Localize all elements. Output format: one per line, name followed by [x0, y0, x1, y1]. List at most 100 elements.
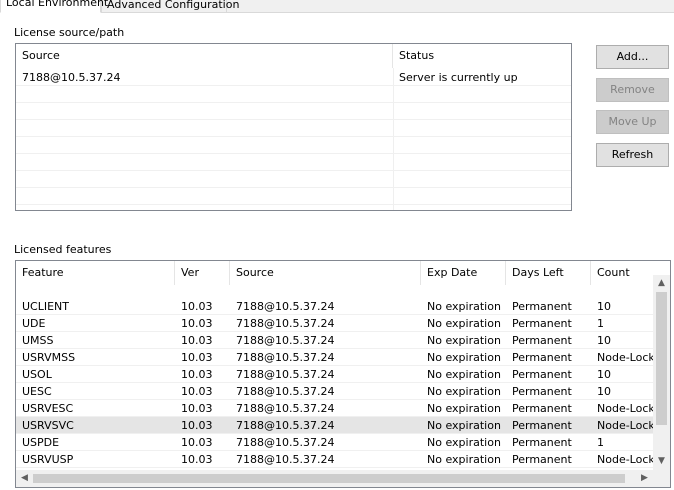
empty-row — [16, 120, 571, 137]
exp-date-cell: No expiration — [427, 368, 501, 381]
days-left-cell: Permanent — [512, 436, 572, 449]
exp-date-cell: No expiration — [427, 385, 501, 398]
tab-panel-local-environment: License source/path Source Status 7188@1… — [0, 12, 674, 490]
license-source-list[interactable]: Source Status 7188@10.5.37.24 Server is … — [15, 43, 572, 211]
vertical-scroll-thumb[interactable] — [656, 292, 667, 425]
feature-cell: UDE — [22, 317, 46, 330]
count-cell: 1 — [597, 317, 604, 330]
licensed-features-label: Licensed features — [14, 243, 112, 256]
license-row-source: 7188@10.5.37.24 — [22, 71, 121, 84]
feature-cell: USRVESC — [22, 402, 74, 415]
column-header-ver[interactable]: Ver — [175, 261, 230, 285]
feature-cell: USRVSVC — [22, 419, 74, 432]
empty-row — [16, 86, 571, 103]
count-cell: 10 — [597, 385, 611, 398]
source-cell: 7188@10.5.37.24 — [236, 385, 335, 398]
feature-cell: UCLIENT — [22, 300, 70, 313]
column-header-status[interactable]: Status — [393, 44, 571, 68]
scroll-left-arrow-icon[interactable]: ◀ — [16, 470, 33, 487]
ver-cell: 10.03 — [181, 436, 213, 449]
ver-cell: 10.03 — [181, 300, 213, 313]
ver-cell: 10.03 — [181, 453, 213, 466]
exp-date-cell: No expiration — [427, 351, 501, 364]
empty-row — [16, 171, 571, 188]
count-cell: Node-Locke — [597, 351, 655, 364]
source-cell: 7188@10.5.37.24 — [236, 419, 335, 432]
days-left-cell: Permanent — [512, 334, 572, 347]
days-left-cell: Permanent — [512, 385, 572, 398]
ver-cell: 10.03 — [181, 385, 213, 398]
source-cell: 7188@10.5.37.24 — [236, 317, 335, 330]
exp-date-cell: No expiration — [427, 300, 501, 313]
feature-row[interactable]: USRVUSP 10.03 7188@10.5.37.24 No expiration… — [16, 451, 655, 468]
feature-row[interactable]: UMSS 10.03 7188@10.5.37.24 No expiration Per… — [16, 332, 653, 349]
count-cell: 10 — [597, 334, 611, 347]
exp-date-cell: No expiration — [427, 419, 501, 432]
feature-row[interactable]: USRVESC 10.03 7188@10.5.37.24 No expiration… — [16, 400, 655, 417]
feature-row[interactable]: UESC 10.03 7188@10.5.37.24 No expiration Per… — [16, 383, 653, 400]
feature-row[interactable]: UCLIENT 10.03 7188@10.5.37.24 No expiration… — [16, 298, 653, 315]
exp-date-cell: No expiration — [427, 436, 501, 449]
ver-cell: 10.03 — [181, 368, 213, 381]
column-header-count[interactable]: Count — [591, 261, 655, 285]
empty-row — [16, 137, 571, 154]
empty-row — [16, 188, 571, 205]
exp-date-cell: No expiration — [427, 317, 501, 330]
add-button[interactable]: Add... — [596, 45, 669, 69]
vertical-scrollbar[interactable]: ▲ ▼ — [653, 275, 670, 470]
ver-cell: 10.03 — [181, 317, 213, 330]
column-header-days-left[interactable]: Days Left — [506, 261, 591, 285]
scroll-up-arrow-icon[interactable]: ▲ — [653, 275, 670, 292]
ver-cell: 10.03 — [181, 351, 213, 364]
source-cell: 7188@10.5.37.24 — [236, 402, 335, 415]
feature-row[interactable]: USRVSVC 10.03 7188@10.5.37.24 No expiration… — [16, 417, 655, 434]
feature-cell: UMSS — [22, 334, 54, 347]
exp-date-cell: No expiration — [427, 453, 501, 466]
exp-date-cell: No expiration — [427, 402, 501, 415]
license-source-label: License source/path — [14, 26, 125, 39]
count-cell: 10 — [597, 368, 611, 381]
source-cell: 7188@10.5.37.24 — [236, 436, 335, 449]
days-left-cell: Permanent — [512, 453, 572, 466]
days-left-cell: Permanent — [512, 402, 572, 415]
license-list-header: Source Status — [16, 44, 571, 68]
empty-row — [16, 103, 571, 120]
license-row[interactable]: 7188@10.5.37.24 Server is currently up — [16, 69, 571, 86]
ver-cell: 10.03 — [181, 402, 213, 415]
column-header-source[interactable]: Source — [16, 44, 393, 68]
tab-local-environment[interactable]: Local Environment — [0, 0, 108, 13]
count-cell: 1 — [597, 436, 604, 449]
move-up-button[interactable]: Move Up — [596, 110, 669, 134]
column-header-source[interactable]: Source — [230, 261, 421, 285]
feature-row[interactable]: USPDE 10.03 7188@10.5.37.24 No expiration Pe… — [16, 434, 653, 451]
refresh-button[interactable]: Refresh — [596, 143, 669, 167]
feature-row[interactable]: UDE 10.03 7188@10.5.37.24 No expiration Perm… — [16, 315, 653, 332]
days-left-cell: Permanent — [512, 317, 572, 330]
column-header-feature[interactable]: Feature — [16, 261, 175, 285]
feature-row[interactable]: USOL 10.03 7188@10.5.37.24 No expiration Per… — [16, 366, 653, 383]
horizontal-scrollbar[interactable]: ◀ ▶ — [16, 470, 653, 487]
count-cell: 10 — [597, 300, 611, 313]
days-left-cell: Permanent — [512, 351, 572, 364]
days-left-cell: Permanent — [512, 368, 572, 381]
horizontal-scroll-thumb[interactable] — [33, 474, 625, 483]
ver-cell: 10.03 — [181, 419, 213, 432]
feature-cell: USRVUSP — [22, 453, 74, 466]
empty-row — [16, 154, 571, 171]
scroll-right-arrow-icon[interactable]: ▶ — [636, 470, 653, 487]
features-list-header: Feature Ver Source Exp Date Days Left Co… — [16, 261, 653, 285]
license-row-status: Server is currently up — [399, 71, 518, 84]
source-cell: 7188@10.5.37.24 — [236, 453, 335, 466]
feature-cell: USRVMSS — [22, 351, 76, 364]
licensed-features-list[interactable]: Feature Ver Source Exp Date Days Left Co… — [15, 260, 671, 488]
feature-cell: UESC — [22, 385, 52, 398]
days-left-cell: Permanent — [512, 419, 572, 432]
scrollbar-corner — [653, 470, 670, 487]
feature-row[interactable]: USRVMSS 10.03 7188@10.5.37.24 No expiration… — [16, 349, 655, 366]
count-cell: Node-Locke — [597, 402, 655, 415]
count-cell: Node-Locke — [597, 419, 655, 432]
scroll-down-arrow-icon[interactable]: ▼ — [653, 453, 670, 470]
days-left-cell: Permanent — [512, 300, 572, 313]
remove-button[interactable]: Remove — [596, 78, 669, 102]
column-header-exp-date[interactable]: Exp Date — [421, 261, 506, 285]
